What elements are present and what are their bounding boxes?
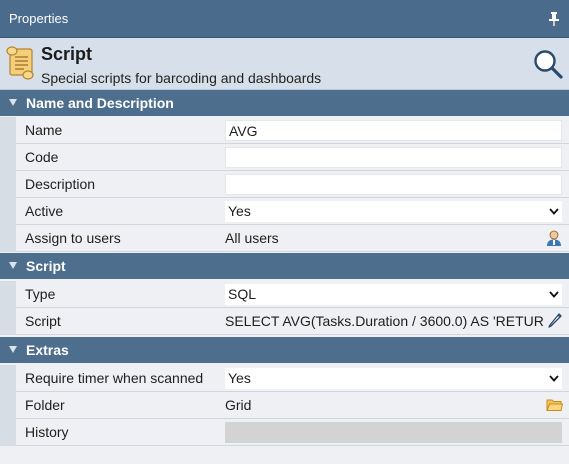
panel-titlebar: Properties — [0, 0, 569, 38]
chevron-down-icon — [549, 208, 559, 215]
row-assign-users: Assign to users All users — [0, 225, 569, 252]
section-label: Name and Description — [26, 95, 174, 111]
folder-value: Grid — [225, 397, 252, 413]
row-name: Name AVG — [0, 117, 569, 144]
collapse-arrow-icon[interactable] — [9, 346, 17, 353]
collapse-arrow-icon[interactable] — [9, 99, 17, 106]
require-timer-label: Require timer when scanned — [25, 370, 204, 386]
code-label: Code — [25, 149, 59, 165]
object-title: Script — [41, 44, 93, 64]
name-label: Name — [25, 122, 63, 138]
pencil-icon[interactable] — [547, 312, 563, 328]
collapse-arrow-icon[interactable] — [9, 262, 17, 269]
chevron-down-icon — [549, 291, 559, 298]
code-field[interactable] — [225, 147, 562, 168]
active-label: Active — [25, 203, 64, 219]
row-active: Active Yes — [0, 198, 569, 225]
pin-icon[interactable] — [548, 12, 560, 26]
type-select[interactable]: SQL — [225, 284, 562, 305]
panel-footer — [0, 446, 569, 464]
description-field[interactable] — [225, 174, 562, 195]
row-folder: Folder Grid — [0, 392, 569, 419]
description-label: Description — [25, 176, 96, 192]
object-subtitle: Special scripts for barcoding and dashbo… — [41, 70, 322, 86]
history-label: History — [25, 424, 69, 440]
folder-icon[interactable] — [546, 398, 563, 412]
name-field[interactable]: AVG — [225, 120, 562, 141]
object-header: Script Special scripts for barcoding and… — [0, 38, 569, 90]
folder-label: Folder — [25, 397, 65, 413]
row-type: Type SQL — [0, 281, 569, 308]
row-code: Code — [0, 144, 569, 171]
history-field — [225, 422, 562, 443]
row-require-timer: Require timer when scanned Yes — [0, 365, 569, 392]
type-label: Type — [25, 286, 56, 302]
section-extras[interactable]: Extras — [0, 337, 569, 363]
scroll-icon — [6, 46, 34, 80]
assign-users-value: All users — [225, 230, 279, 246]
script-label: Script — [25, 313, 61, 329]
section-label: Script — [26, 258, 66, 274]
chevron-down-icon — [549, 375, 559, 382]
magnifier-icon[interactable] — [533, 49, 563, 79]
row-script: Script SELECT AVG(Tasks.Duration / 3600.… — [0, 308, 569, 335]
panel-title: Properties — [9, 11, 69, 26]
section-script[interactable]: Script — [0, 253, 569, 279]
section-label: Extras — [26, 342, 69, 358]
section-name-description[interactable]: Name and Description — [0, 90, 569, 116]
active-select[interactable]: Yes — [225, 201, 562, 222]
row-description: Description — [0, 171, 569, 198]
script-value[interactable]: SELECT AVG(Tasks.Duration / 3600.0) AS '… — [225, 311, 545, 332]
assign-users-label: Assign to users — [25, 230, 121, 246]
user-icon[interactable] — [546, 230, 562, 247]
require-timer-select[interactable]: Yes — [225, 368, 562, 389]
row-history: History — [0, 419, 569, 446]
